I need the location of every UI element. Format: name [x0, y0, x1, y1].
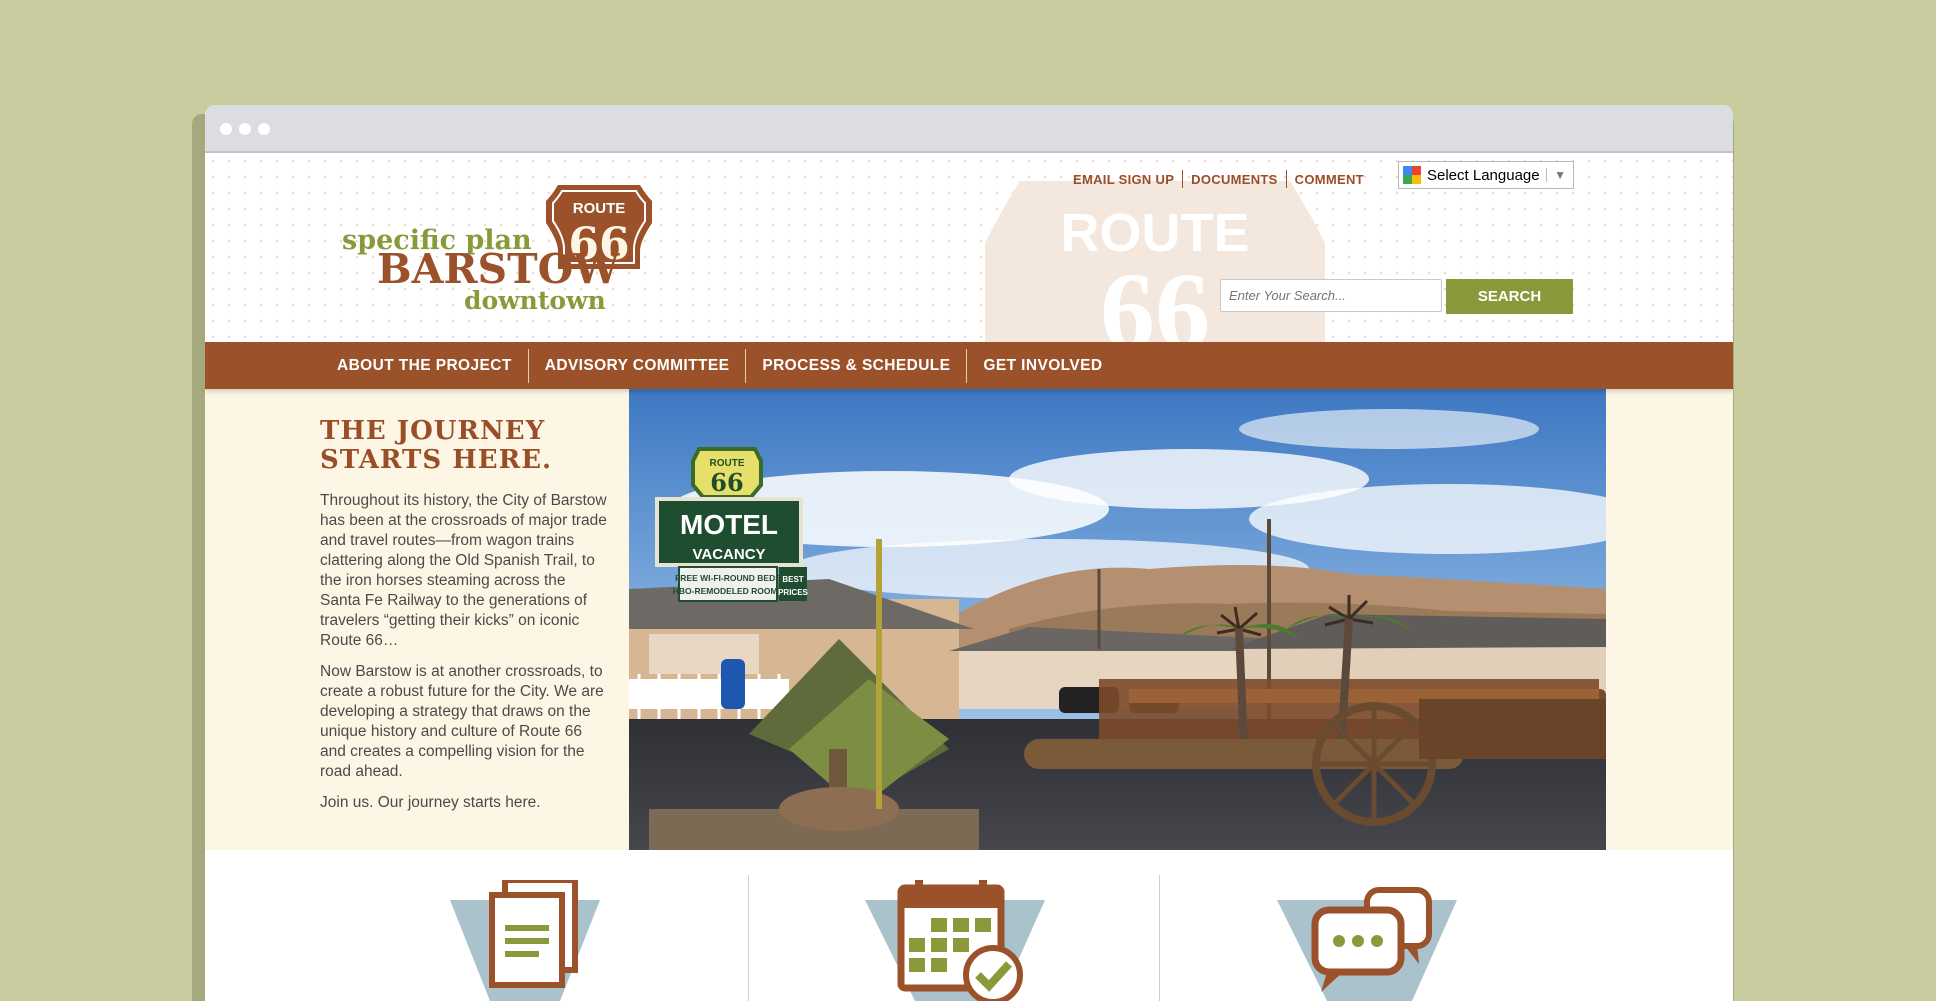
search-input[interactable]: [1220, 279, 1442, 312]
svg-text:VACANCY: VACANCY: [692, 546, 765, 563]
window-minimize-dot[interactable]: [239, 123, 251, 135]
svg-text:HBO-REMODELED ROOMS: HBO-REMODELED ROOMS: [673, 586, 784, 596]
nav-process-schedule[interactable]: PROCESS & SCHEDULE: [746, 357, 966, 375]
language-select[interactable]: Select Language ▼: [1398, 161, 1574, 189]
svg-text:66: 66: [710, 468, 743, 497]
hero-title-line2: STARTS HERE.: [320, 445, 553, 475]
browser-window: ROUTE 66 ROUTE 66 specific plan BARSTOW …: [205, 105, 1733, 1001]
route-66-sign: ROUTE 66: [691, 447, 763, 499]
search-button[interactable]: SEARCH: [1446, 279, 1573, 314]
svg-text:BEST: BEST: [782, 575, 803, 584]
calendar-check-icon[interactable]: [865, 880, 1045, 1001]
main-nav: ABOUT THE PROJECT ADVISORY COMMITTEE PRO…: [205, 342, 1733, 389]
browser-titlebar: [205, 105, 1733, 153]
logo-line3: downtown: [464, 286, 606, 315]
feature-divider: [748, 875, 749, 1001]
nav-about-the-project[interactable]: ABOUT THE PROJECT: [321, 357, 528, 375]
language-label: Select Language: [1427, 166, 1540, 184]
nav-get-involved[interactable]: GET INVOLVED: [967, 357, 1118, 375]
window-maximize-dot[interactable]: [258, 123, 270, 135]
hero-paragraph: Join us. Our journey starts here.: [320, 794, 541, 811]
site-logo[interactable]: ROUTE 66 specific plan BARSTOW downtown: [340, 179, 670, 319]
utility-nav: EMAIL SIGN UP DOCUMENTS COMMENT: [1065, 170, 1372, 188]
route-shield-watermark: ROUTE 66: [985, 181, 1325, 342]
motel-sign: MOTEL VACANCY: [655, 497, 803, 567]
svg-text:ROUTE: ROUTE: [573, 200, 626, 217]
email-signup-link[interactable]: EMAIL SIGN UP: [1065, 172, 1182, 187]
documents-link[interactable]: DOCUMENTS: [1183, 172, 1285, 187]
hero-title-line1: THE JOURNEY: [320, 416, 546, 446]
amenities-sign: FREE WI-FI-ROUND BEDS HBO-REMODELED ROOM…: [673, 566, 809, 602]
svg-text:PRICES: PRICES: [778, 588, 808, 597]
hero-photo: ROUTE 66 MOTEL VACANCY FREE WI-FI-ROUND …: [629, 389, 1606, 850]
window-close-dot[interactable]: [220, 123, 232, 135]
hero-section: THE JOURNEY STARTS HERE. Throughout its …: [205, 389, 1733, 850]
hero-title: THE JOURNEY STARTS HERE.: [320, 417, 580, 475]
hero-paragraph: Now Barstow is at another crossroads, to…: [320, 663, 604, 780]
feature-divider: [1159, 875, 1160, 1001]
comment-bubbles-icon[interactable]: [1277, 880, 1457, 1001]
nav-advisory-committee[interactable]: ADVISORY COMMITTEE: [529, 357, 746, 375]
chevron-down-icon: ▼: [1546, 168, 1573, 182]
svg-text:FREE WI-FI-ROUND BEDS: FREE WI-FI-ROUND BEDS: [675, 573, 781, 583]
site-header: ROUTE 66 ROUTE 66 specific plan BARSTOW …: [205, 153, 1733, 342]
google-translate-icon: [1403, 166, 1421, 184]
features-row: [205, 850, 1733, 1001]
documents-icon[interactable]: [450, 880, 600, 1001]
hero-paragraph: Throughout its history, the City of Bars…: [320, 492, 607, 649]
svg-text:MOTEL: MOTEL: [680, 509, 778, 540]
hero-intro: Throughout its history, the City of Bars…: [320, 491, 610, 824]
comment-link[interactable]: COMMENT: [1287, 172, 1372, 187]
watermark-number: 66: [1100, 250, 1210, 342]
